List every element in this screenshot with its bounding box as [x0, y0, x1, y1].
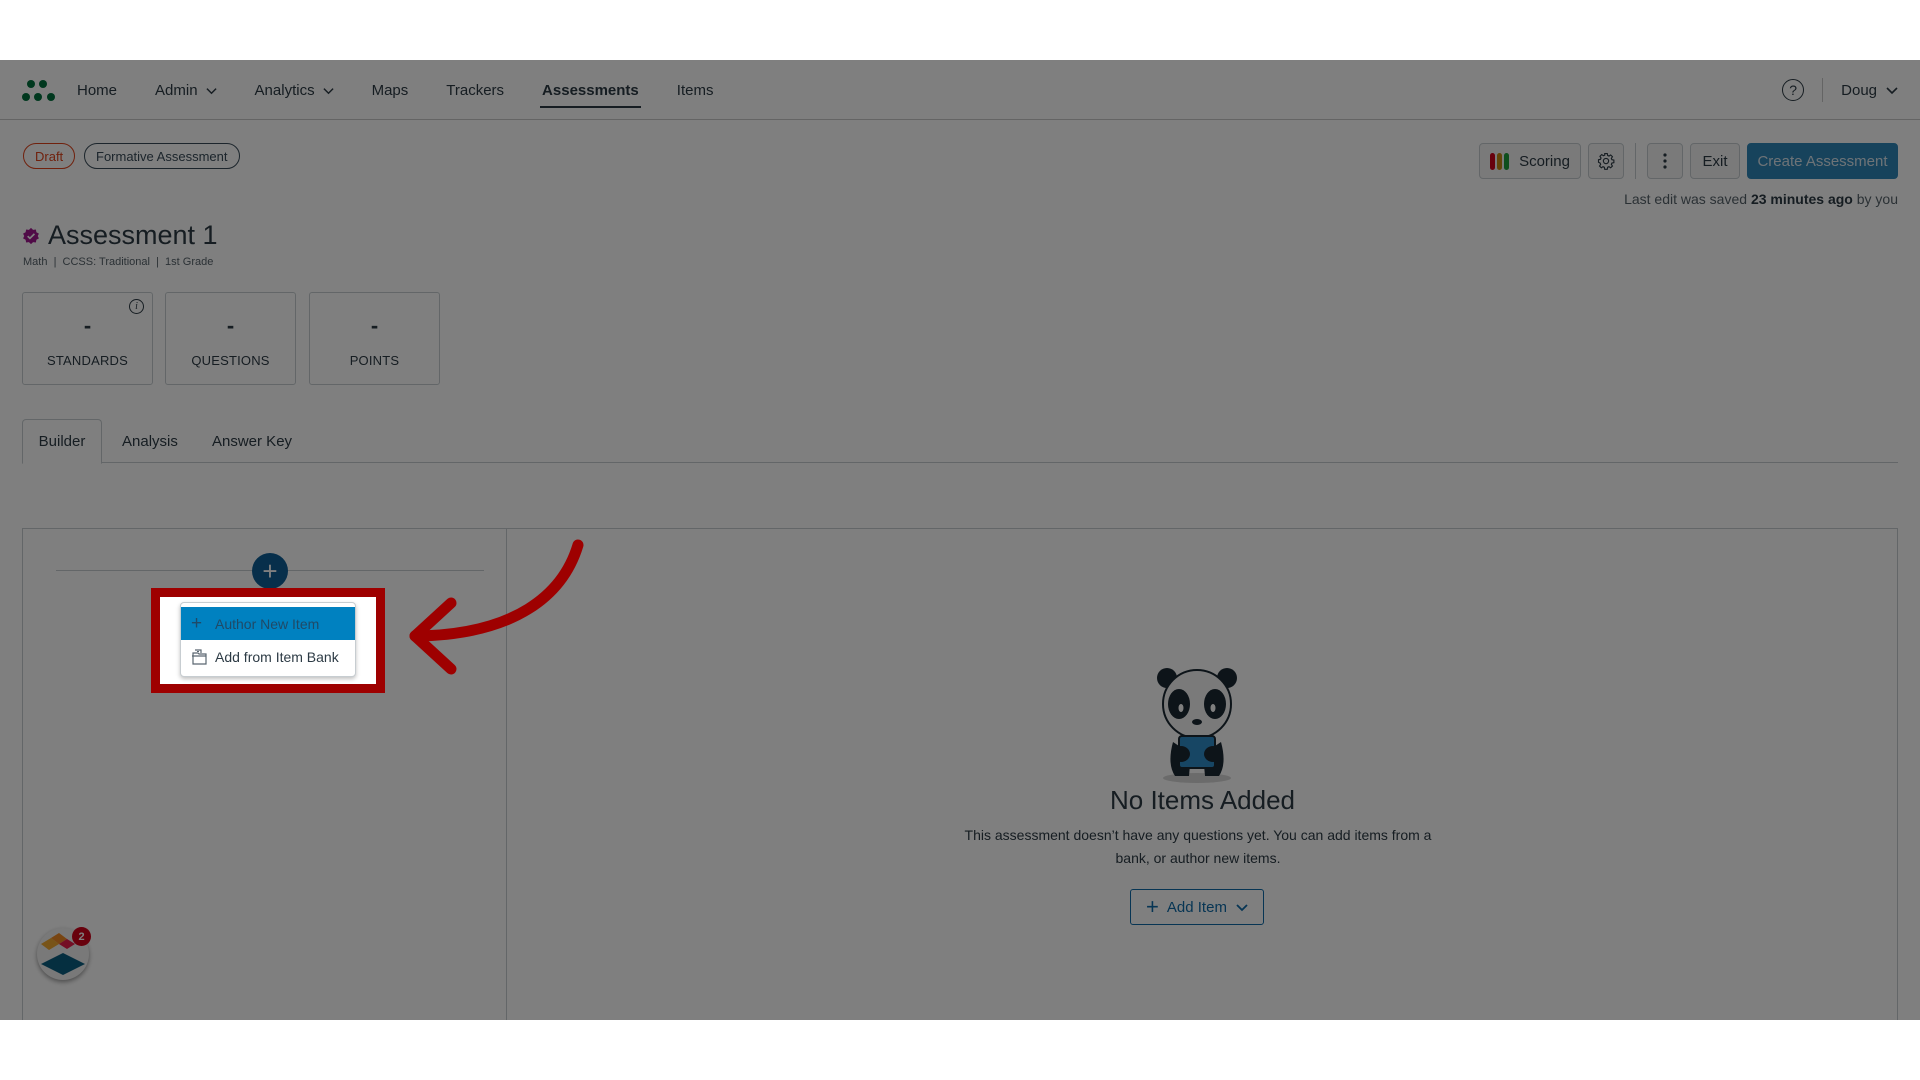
- stat-value: -: [370, 313, 379, 338]
- panda-illustration-icon: [1157, 668, 1237, 783]
- create-assessment-button[interactable]: Create Assessment: [1747, 143, 1898, 179]
- nav-menu: Home Admin Analytics Maps Trackers Asses…: [77, 60, 751, 120]
- nav-label: Assessments: [542, 81, 639, 99]
- title-row: Assessment 1: [22, 220, 218, 251]
- verified-badge-icon: [23, 227, 39, 244]
- plus-icon: +: [191, 613, 203, 634]
- page-title: Assessment 1: [48, 220, 218, 250]
- toolbar-divider: [1635, 143, 1636, 179]
- tab-builder[interactable]: Builder: [22, 419, 102, 464]
- nav-divider: [1822, 78, 1824, 102]
- chevron-down-icon: [322, 87, 334, 94]
- plus-icon: +: [1146, 894, 1159, 919]
- add-item-dropdown-menu: + Author New Item Add from Item Bank: [180, 602, 356, 677]
- assessment-type-badge: Formative Assessment: [84, 143, 240, 169]
- scoring-label: Scoring: [1519, 152, 1570, 170]
- app-logo-icon[interactable]: [22, 78, 58, 104]
- nav-item-home[interactable]: Home: [77, 60, 117, 120]
- empty-state: No Items Added This assessment doesn’t h…: [508, 529, 1897, 1020]
- nav-label: Items: [676, 81, 714, 99]
- save-status-prefix: Last edit was saved: [1624, 191, 1751, 207]
- menu-item-label: Author New Item: [215, 615, 320, 632]
- top-navigation: Home Admin Analytics Maps Trackers Asses…: [0, 60, 1920, 120]
- gear-icon: [1597, 152, 1615, 170]
- nav-label: Admin: [155, 81, 198, 99]
- stat-label: POINTS: [349, 353, 400, 368]
- tab-answer-key[interactable]: Answer Key: [212, 419, 292, 463]
- nav-label: Maps: [371, 81, 409, 99]
- stat-value: -: [83, 313, 92, 338]
- notification-count-badge: 2: [72, 927, 91, 946]
- settings-button[interactable]: [1588, 143, 1624, 179]
- nav-item-analytics[interactable]: Analytics: [255, 60, 334, 120]
- empty-state-description: This assessment doesn’t have any questio…: [964, 827, 1432, 866]
- nav-right: ? Doug: [1782, 60, 1898, 120]
- info-icon[interactable]: i: [129, 299, 144, 314]
- add-item-button[interactable]: + Add Item: [1130, 889, 1264, 925]
- plus-icon: +: [262, 555, 278, 586]
- kebab-menu-icon: [1663, 153, 1667, 169]
- nav-item-maps[interactable]: Maps: [372, 60, 409, 120]
- tab-bar: Builder Analysis Answer Key: [22, 419, 1898, 464]
- tutorial-highlight-box: + Author New Item Add from Item Bank: [151, 588, 385, 693]
- add-item-circle-button[interactable]: +: [252, 553, 288, 589]
- chevron-down-icon: [1886, 87, 1898, 95]
- draft-status-badge: Draft: [23, 143, 76, 169]
- tab-analysis[interactable]: Analysis: [122, 419, 178, 463]
- nav-label: Analytics: [254, 81, 315, 99]
- user-menu[interactable]: Doug: [1841, 82, 1898, 99]
- assessment-meta: Math | CCSS: Traditional | 1st Grade: [23, 256, 214, 268]
- stat-label: STANDARDS: [46, 353, 128, 368]
- chevron-down-icon: [1236, 904, 1248, 912]
- more-options-button[interactable]: [1647, 143, 1683, 179]
- question-circle-icon[interactable]: ?: [1782, 79, 1805, 101]
- user-name: Doug: [1841, 81, 1877, 99]
- empty-state-title: No Items Added: [1110, 785, 1295, 815]
- menu-item-label: Add from Item Bank: [215, 648, 339, 665]
- nav-item-admin[interactable]: Admin: [155, 60, 217, 120]
- menu-item-add-from-item-bank[interactable]: Add from Item Bank: [181, 640, 355, 673]
- save-status-time: 23 minutes ago: [1750, 191, 1853, 207]
- nav-label: Home: [77, 81, 118, 99]
- chevron-down-icon: [205, 87, 217, 94]
- stat-value: -: [226, 313, 235, 338]
- add-item-label: Add Item: [1166, 898, 1227, 916]
- save-status-suffix: by you: [1852, 191, 1898, 207]
- nav-item-items[interactable]: Items: [677, 60, 714, 120]
- item-bank-icon: [191, 648, 209, 665]
- exit-button[interactable]: Exit: [1690, 143, 1740, 179]
- stat-card-standards: i - STANDARDS: [22, 292, 153, 385]
- save-status: Last edit was saved 23 minutes ago by yo…: [1624, 191, 1898, 207]
- scoring-bars-icon: [1490, 152, 1511, 170]
- nav-label: Trackers: [446, 81, 505, 99]
- stat-label: QUESTIONS: [191, 353, 270, 368]
- scoring-button[interactable]: Scoring: [1479, 143, 1581, 179]
- stat-card-points: - POINTS: [309, 292, 440, 385]
- stat-card-questions: - QUESTIONS: [165, 292, 296, 385]
- menu-item-author-new-item[interactable]: + Author New Item: [181, 607, 355, 640]
- nav-item-assessments[interactable]: Assessments: [540, 60, 641, 120]
- app-frame: Home Admin Analytics Maps Trackers Asses…: [0, 60, 1920, 1020]
- nav-item-trackers[interactable]: Trackers: [446, 60, 504, 120]
- assessment-toolbar: Scoring Exit Create Assessment: [1479, 143, 1898, 179]
- tutorial-arrow-icon: [409, 539, 584, 675]
